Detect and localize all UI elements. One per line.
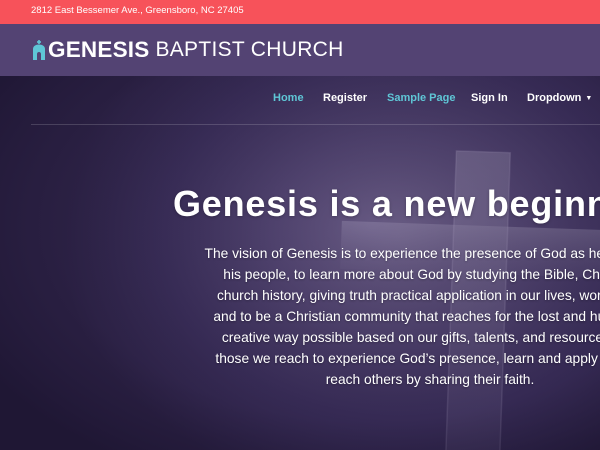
hero-title: Genesis is a new beginning (173, 183, 600, 224)
hero-line: The vision of Genesis is to experience t… (204, 246, 600, 261)
hero-line: church history, giving truth practical a… (216, 288, 600, 303)
nav-sample-page[interactable]: Sample Page (387, 92, 455, 104)
hero-line: reach others by sharing their faith. (325, 372, 535, 387)
brand-bar: GENESIS BAPTIST CHURCH (0, 24, 600, 76)
hero-section: Home Register Sample Page Sign In Dropdo… (0, 76, 600, 450)
hero-line: his people, to learn more about God by s… (223, 267, 600, 282)
hero-line: creative way possible based on our gifts… (221, 330, 600, 345)
site-logo[interactable]: GENESIS BAPTIST CHURCH (31, 37, 344, 63)
nav-divider (31, 124, 600, 125)
hero-line: and to be a Christian community that rea… (213, 309, 600, 324)
hero-line: those we reach to experience God’s prese… (215, 351, 600, 366)
nav-sign-in[interactable]: Sign In (471, 92, 508, 104)
address-bar: 2812 East Bessemer Ave., Greensboro, NC … (0, 0, 600, 24)
main-nav: Home Register Sample Page Sign In Dropdo… (0, 76, 600, 125)
nav-dropdown-label: Dropdown (527, 92, 582, 104)
nav-dropdown[interactable]: Dropdown ▼ (527, 92, 592, 104)
brand-name-rest: BAPTIST CHURCH (155, 38, 344, 61)
address-text: 2812 East Bessemer Ave., Greensboro, NC … (31, 5, 244, 16)
nav-register[interactable]: Register (323, 92, 367, 104)
caret-down-icon: ▼ (585, 95, 593, 102)
hero-description: The vision of Genesis is to experience t… (160, 243, 600, 390)
church-icon (33, 40, 45, 60)
nav-home[interactable]: Home (273, 92, 304, 104)
brand-name-bold: GENESIS (48, 37, 150, 62)
